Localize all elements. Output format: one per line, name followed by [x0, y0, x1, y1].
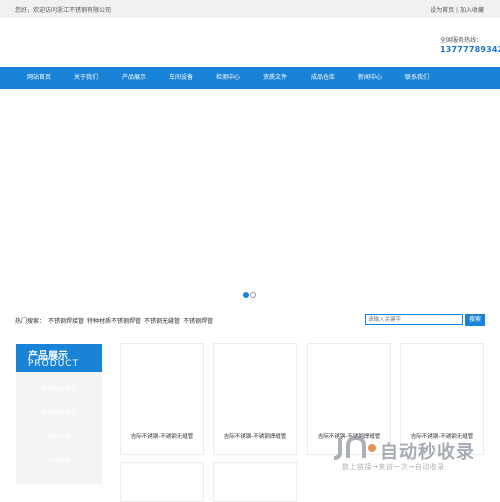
sidebar-title: 产品展示 PRODUCT	[16, 344, 102, 372]
nav-item-contact[interactable]: 联系我们	[392, 67, 442, 89]
nav-item-products[interactable]: 产品展示	[109, 67, 159, 89]
nav-item-testing[interactable]: 检测中心	[203, 67, 253, 89]
product-name: 吉际不锈钢-不锈钢无缝管	[130, 434, 194, 440]
sidebar-list: 不锈钢无缝管 不锈钢焊接管 特种材质 不锈钢管	[16, 372, 102, 484]
slider-dot[interactable]	[250, 292, 256, 298]
slider-dot-active[interactable]	[243, 292, 249, 298]
product-name: 吉际不锈钢-不锈钢焊缝管	[223, 434, 287, 440]
site-header	[0, 18, 500, 67]
product-card[interactable]: 吉际不锈钢-不锈钢无缝管	[120, 343, 204, 455]
nav-item-workshop[interactable]: 车间设备	[156, 67, 206, 89]
nav-item-qualifications[interactable]: 资质文件	[250, 67, 300, 89]
product-card[interactable]: 吉际不锈钢-不锈钢焊缝管	[213, 343, 297, 455]
welcome-text: 您好，欢迎访问浙江不锈钢有限公司	[15, 7, 112, 14]
hot-keyword[interactable]: 特种材质不锈钢焊管	[87, 318, 141, 325]
sidebar-item[interactable]: 不锈钢管	[16, 450, 102, 474]
search-input[interactable]	[365, 314, 463, 325]
top-links: 设为首页 | 加入收藏	[430, 5, 484, 14]
main-nav: 网站首页 关于我们 产品展示 车间设备 检测中心 资质文件 成品仓库 新闻中心 …	[0, 67, 500, 89]
watermark: 自动秒收录 数上链接→来访一次→自动收录	[332, 434, 482, 494]
top-bar: 您好，欢迎访问浙江不锈钢有限公司 设为首页 | 加入收藏	[0, 0, 500, 18]
watermark-subtitle: 数上链接→来访一次→自动收录	[342, 463, 445, 471]
nav-item-news[interactable]: 新闻中心	[345, 67, 395, 89]
sidebar-item[interactable]: 特种材质	[16, 426, 102, 450]
nav-item-about[interactable]: 关于我们	[61, 67, 111, 89]
hot-keyword[interactable]: 不锈钢无缝管	[144, 318, 180, 325]
sidebar-title-en: PRODUCT	[28, 359, 80, 369]
watermark-logo-icon	[333, 435, 376, 460]
watermark-title: 自动秒收录	[380, 442, 475, 463]
hot-keyword[interactable]: 不锈钢焊接管	[48, 318, 84, 325]
product-card[interactable]	[213, 462, 297, 502]
add-favorite-link[interactable]: 加入收藏	[460, 7, 484, 14]
banner-slider	[0, 89, 500, 305]
sidebar-item[interactable]: 不锈钢无缝管	[16, 378, 102, 402]
product-card[interactable]	[120, 462, 204, 502]
hotline-number: 13777789342	[440, 45, 500, 54]
set-home-link[interactable]: 设为首页	[430, 7, 454, 14]
hot-search: 热门搜索： 不锈钢焊接管 特种材质不锈钢焊管 不锈钢无缝管 不锈钢焊管	[15, 316, 216, 325]
hot-keyword[interactable]: 不锈钢焊管	[183, 318, 213, 325]
nav-item-warehouse[interactable]: 成品仓库	[298, 67, 348, 89]
sidebar-item[interactable]: 不锈钢焊接管	[16, 402, 102, 426]
nav-item-home[interactable]: 网站首页	[14, 67, 64, 89]
search-button[interactable]: 搜索	[465, 314, 485, 326]
hotline-label: 全国服务热线：	[440, 37, 483, 44]
hot-search-label: 热门搜索：	[15, 318, 46, 325]
